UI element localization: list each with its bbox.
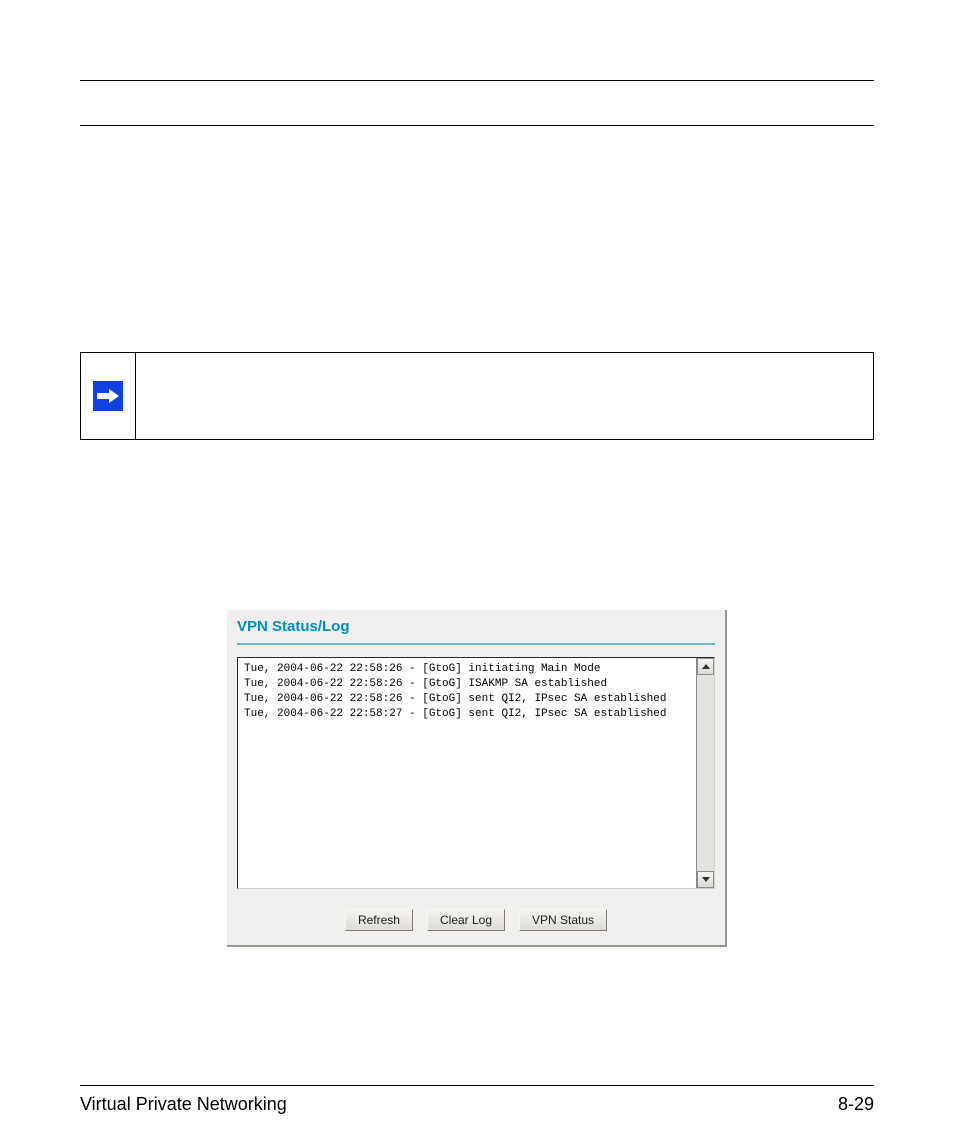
log-line: Tue, 2004-06-22 22:58:26 - [GtoG] ISAKMP… xyxy=(244,678,607,690)
vertical-scrollbar[interactable] xyxy=(696,658,714,888)
chevron-up-icon xyxy=(702,664,710,669)
note-icon-cell xyxy=(81,353,136,439)
vpn-status-button[interactable]: VPN Status xyxy=(519,909,607,931)
refresh-button[interactable]: Refresh xyxy=(345,909,413,931)
log-line: Tue, 2004-06-22 22:58:26 - [GtoG] initia… xyxy=(244,663,600,675)
clear-log-button[interactable]: Clear Log xyxy=(427,909,505,931)
scroll-track[interactable] xyxy=(697,675,714,871)
log-text[interactable]: Tue, 2004-06-22 22:58:26 - [GtoG] initia… xyxy=(238,658,696,888)
panel-divider xyxy=(237,643,715,645)
chevron-down-icon xyxy=(702,877,710,882)
log-line: Tue, 2004-06-22 22:58:26 - [GtoG] sent Q… xyxy=(244,693,666,705)
scroll-up-button[interactable] xyxy=(697,658,714,675)
footer-page-number: 8-29 xyxy=(838,1094,874,1115)
footer-section-title: Virtual Private Networking xyxy=(80,1094,287,1115)
vpn-status-screenshot: VPN Status/Log Tue, 2004-06-22 22:58:26 … xyxy=(227,610,727,947)
panel-button-row: Refresh Clear Log VPN Status xyxy=(237,909,715,931)
log-panel: Tue, 2004-06-22 22:58:26 - [GtoG] initia… xyxy=(237,657,715,889)
page-subheader-band xyxy=(80,81,874,126)
scroll-down-button[interactable] xyxy=(697,871,714,888)
log-line: Tue, 2004-06-22 22:58:27 - [GtoG] sent Q… xyxy=(244,708,666,720)
note-text xyxy=(136,353,873,439)
panel-title: VPN Status/Log xyxy=(237,616,715,643)
note-box xyxy=(80,352,874,440)
arrow-right-icon xyxy=(93,381,123,411)
page-footer: Virtual Private Networking 8-29 xyxy=(80,1085,874,1115)
page-header-rule xyxy=(80,40,874,81)
